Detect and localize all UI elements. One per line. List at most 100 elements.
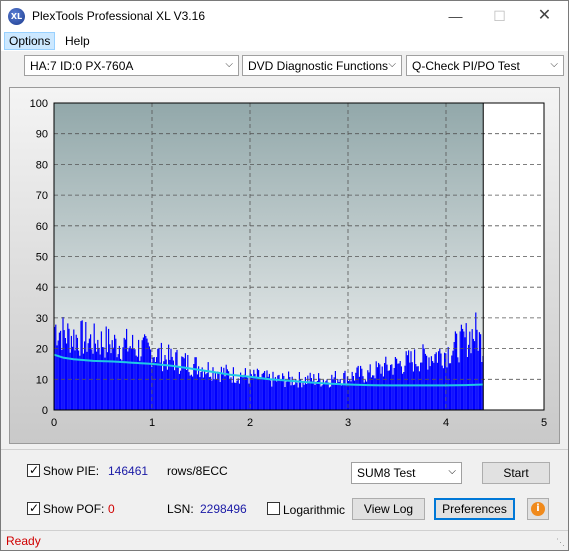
app-window: XL PlexTools Professional XL V3.16 — ☐ ✕… xyxy=(0,0,569,551)
pi-po-chart: 0 10 20 30 40 50 60 70 80 90 100 0 1 2 3 4 5 xyxy=(30,98,547,429)
pie-bar xyxy=(410,351,412,410)
sum-test-select[interactable]: SUM8 Test ⌵ xyxy=(351,462,462,484)
pie-bar xyxy=(334,371,336,410)
pie-bar xyxy=(357,365,359,410)
pie-bar xyxy=(57,340,59,410)
minimize-button[interactable]: — xyxy=(433,1,478,31)
pie-bar xyxy=(126,328,128,410)
pie-bar xyxy=(290,385,292,410)
pie-bar xyxy=(164,355,166,410)
pie-bar xyxy=(88,338,90,410)
view-log-button[interactable]: View Log xyxy=(352,498,425,520)
pie-bar xyxy=(363,382,365,410)
pie-bar xyxy=(444,352,446,410)
pie-bar xyxy=(55,324,57,410)
pie-bar xyxy=(258,370,260,410)
pie-bar xyxy=(298,372,300,410)
pie-bar xyxy=(72,346,74,410)
pie-bar xyxy=(181,356,183,410)
pie-bar xyxy=(468,344,470,410)
y-tick-label: 50 xyxy=(36,252,48,264)
pie-bar xyxy=(80,321,82,410)
pie-bar xyxy=(369,364,371,410)
pie-bar xyxy=(274,377,276,410)
pie-bar xyxy=(259,378,261,410)
pie-bar xyxy=(229,378,231,410)
pie-bar xyxy=(408,350,410,410)
pie-bar xyxy=(481,362,483,410)
start-button[interactable]: Start xyxy=(482,462,550,484)
function-select[interactable]: DVD Diagnostic Functions ⌵ xyxy=(242,55,402,76)
pie-bar xyxy=(308,382,310,410)
pie-bar xyxy=(265,377,267,410)
pie-bar xyxy=(426,355,428,410)
pie-bar xyxy=(393,368,395,410)
pie-bar xyxy=(58,332,60,410)
test-select[interactable]: Q-Check PI/PO Test ⌵ xyxy=(406,55,564,76)
pie-bar xyxy=(87,343,89,410)
pie-bar xyxy=(151,366,153,410)
pie-bar xyxy=(228,371,230,410)
show-pof-label: Show POF: xyxy=(43,502,105,516)
pie-bar xyxy=(297,387,299,410)
x-tick-label: 2 xyxy=(247,417,253,429)
pie-bar xyxy=(205,374,207,410)
pie-bar xyxy=(378,362,380,410)
x-tick-label: 0 xyxy=(51,417,57,429)
pie-bar xyxy=(222,373,224,410)
pie-bar xyxy=(370,377,372,410)
pie-bar xyxy=(303,384,305,410)
drive-select[interactable]: HA:7 ID:0 PX-760A ⌵ xyxy=(24,55,239,76)
pie-bar xyxy=(440,353,442,410)
pie-bar xyxy=(284,387,286,410)
chevron-down-icon: ⌵ xyxy=(388,59,396,70)
logarithmic-checkbox[interactable] xyxy=(267,502,280,515)
maximize-button[interactable]: ☐ xyxy=(477,1,522,31)
pie-bar xyxy=(68,328,70,410)
info-icon: i xyxy=(531,502,545,516)
pie-bar xyxy=(271,386,273,410)
pie-bar xyxy=(309,372,311,410)
show-pie-label: Show PIE: xyxy=(43,464,100,478)
pie-bar xyxy=(428,357,430,410)
pie-bar xyxy=(93,323,95,410)
show-pof-checkbox[interactable] xyxy=(27,501,40,515)
pie-bar xyxy=(462,328,464,410)
pie-bar xyxy=(141,340,143,410)
pie-bar xyxy=(201,367,203,410)
divider xyxy=(1,449,568,450)
pie-bar xyxy=(480,334,482,410)
lsn-value: 2298496 xyxy=(200,502,247,516)
info-button[interactable]: i xyxy=(527,498,549,520)
y-tick-label: 0 xyxy=(42,405,48,417)
pie-bar xyxy=(216,379,218,410)
pie-bar xyxy=(325,381,327,410)
pie-bar xyxy=(111,340,113,410)
close-button[interactable]: ✕ xyxy=(522,1,567,31)
menu-help[interactable]: Help xyxy=(61,33,94,49)
pie-bar xyxy=(210,376,212,410)
pie-bar xyxy=(214,372,216,410)
pie-bar xyxy=(165,359,167,410)
pie-bar xyxy=(333,377,335,410)
pie-bar xyxy=(414,349,416,410)
pie-bar xyxy=(435,352,437,410)
pie-bar xyxy=(338,382,340,410)
pie-bar xyxy=(392,374,394,410)
pie-bar xyxy=(266,370,268,410)
pie-bar xyxy=(358,376,360,410)
preferences-button[interactable]: Preferences xyxy=(434,498,515,520)
pie-bar xyxy=(144,334,146,410)
pie-bar xyxy=(79,355,81,410)
pie-bar xyxy=(429,366,431,410)
show-pie-checkbox[interactable] xyxy=(27,463,40,477)
pie-bar xyxy=(388,370,390,410)
pie-bar xyxy=(398,363,400,410)
pie-bar xyxy=(464,337,466,410)
resize-grip-icon[interactable]: ⋱ xyxy=(556,537,565,548)
rows-label: rows/8ECC xyxy=(167,464,228,478)
pie-bar xyxy=(385,356,387,410)
pie-bar xyxy=(424,353,426,410)
pie-bar xyxy=(360,365,362,410)
menu-options[interactable]: Options xyxy=(4,32,56,50)
